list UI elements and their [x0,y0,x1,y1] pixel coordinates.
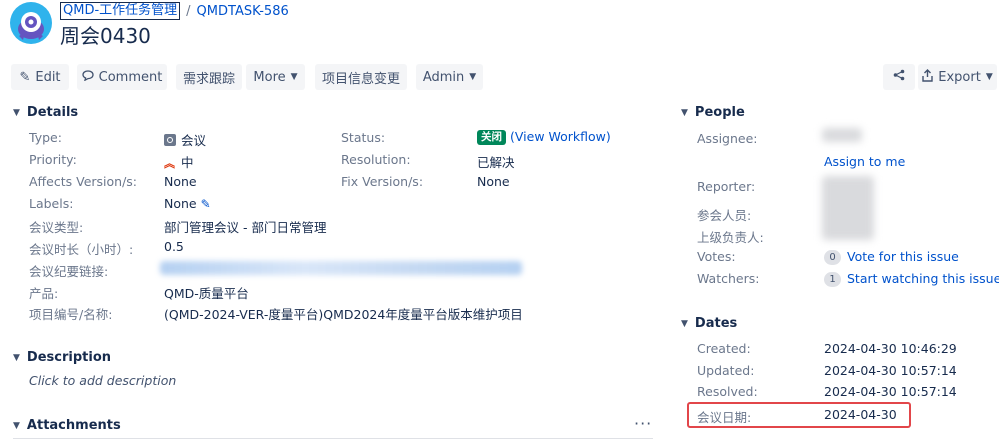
type-value-text: 会议 [181,133,207,148]
duration-value[interactable]: 0.5 [164,239,184,254]
priority-value[interactable]: ︽ 中 [164,152,194,171]
issue-summary[interactable]: 周会0430 [60,20,151,49]
export-button-label: Export [938,69,981,85]
annotation-highlight-box [687,402,911,428]
reporter-label: Reporter: [697,179,756,194]
admin-button[interactable]: Admin ▼ [416,64,483,90]
more-button-label: More [253,69,286,85]
status-label: Status: [341,130,386,145]
assignee-label: Assignee: [697,131,758,146]
assign-to-me-link[interactable]: Assign to me [824,154,905,169]
created-label: Created: [697,341,751,356]
breadcrumb: QMD-工作任务管理 / QMDTASK-586 [60,2,289,20]
description-title: Description [26,350,112,365]
section-divider [13,438,653,439]
project-number-label: 项目编号/名称: [29,307,113,322]
minutes-link-redacted[interactable] [160,261,522,275]
chevron-down-icon: ▼ [290,72,298,82]
resolved-value: 2024-04-30 10:57:14 [824,384,957,399]
priority-label: Priority: [29,152,77,167]
priority-medium-icon: ︽ [164,157,175,170]
comment-icon [81,69,94,85]
comment-button-label: Comment [98,69,163,85]
affects-version-value[interactable]: None [164,174,197,189]
product-value[interactable]: QMD-质量平台 [164,283,249,302]
chevron-down-icon: ▼ [13,420,20,431]
supervisor-label: 上级负责人: [697,230,764,245]
people-title: People [694,105,745,120]
duration-label: 会议时长（小时）: [29,242,134,257]
status-lozenge: 关闭 [477,130,506,145]
labels-label: Labels: [29,196,74,211]
view-workflow-link[interactable]: (View Workflow) [510,129,611,144]
people-redacted[interactable] [822,176,874,240]
assignee-redacted[interactable] [822,128,862,142]
product-label: 产品: [29,286,59,301]
share-button[interactable] [883,64,915,90]
breadcrumb-issue-key-link[interactable]: QMDTASK-586 [197,4,289,19]
export-icon [922,68,933,86]
chevron-down-icon: ▼ [681,107,688,118]
more-button[interactable]: More ▼ [246,64,305,90]
resolution-label: Resolution: [341,152,411,167]
description-section-toggle[interactable]: ▼ Description [13,350,111,365]
details-title: Details [26,105,79,120]
attachments-section-toggle[interactable]: ▼ Attachments [13,418,121,433]
labels-value[interactable]: None ✎ [164,196,211,211]
chevron-down-icon: ▼ [13,352,20,363]
priority-value-text: 中 [181,155,194,170]
admin-button-label: Admin [422,69,465,85]
watchers-label: Watchers: [697,271,760,286]
updated-value: 2024-04-30 10:57:14 [824,363,957,378]
edit-button-label: Edit [35,69,61,85]
requirement-tracking-button[interactable]: 需求跟踪 [176,64,242,90]
details-section-toggle[interactable]: ▼ Details [13,105,78,120]
project-avatar-icon[interactable] [10,2,52,44]
chevron-down-icon: ▼ [13,107,20,118]
fix-version-value[interactable]: None [477,174,510,189]
created-value: 2024-04-30 10:46:29 [824,341,957,356]
affects-version-label: Affects Version/s: [29,174,138,189]
project-number-value[interactable]: (QMD-2024-VER-度量平台)QMD2024年度量平台版本维护项目 [164,304,523,323]
meeting-type-icon [164,134,176,146]
votes-label: Votes: [697,249,736,264]
resolved-label: Resolved: [697,384,758,399]
vote-for-issue-link[interactable]: Vote for this issue [847,249,959,264]
chevron-down-icon: ▼ [985,72,993,82]
chevron-down-icon: ▼ [681,318,688,329]
edit-button[interactable]: ✎ Edit [11,64,69,90]
chevron-down-icon: ▼ [469,72,477,82]
breadcrumb-project-link[interactable]: QMD-工作任务管理 [60,2,181,20]
dates-section-toggle[interactable]: ▼ Dates [681,316,737,331]
people-section-toggle[interactable]: ▼ People [681,105,745,120]
breadcrumb-separator: / [186,3,191,19]
fix-version-label: Fix Version/s: [341,174,424,189]
meeting-type-value[interactable]: 部门管理会议 - 部门日常管理 [164,217,326,236]
minutes-link-label: 会议纪要链接: [29,264,109,279]
edit-pencil-icon[interactable]: ✎ [201,197,211,211]
type-label: Type: [29,130,62,145]
watchers-value: 1 Start watching this issue [824,271,999,287]
meeting-type-label: 会议类型: [29,220,84,235]
resolution-value: 已解决 [477,155,515,170]
attachments-title: Attachments [26,418,121,433]
share-icon [893,69,905,85]
pencil-icon: ✎ [19,69,31,85]
comment-button[interactable]: Comment [77,64,167,90]
attachments-more-button[interactable]: ··· [634,414,652,433]
participants-label: 参会人员: [697,208,752,223]
votes-count-badge: 0 [824,250,841,265]
updated-label: Updated: [697,363,755,378]
watchers-count-badge: 1 [824,272,841,287]
status-value: 关闭 (View Workflow) [477,129,611,145]
dates-title: Dates [694,316,738,331]
votes-value: 0 Vote for this issue [824,249,959,265]
export-button[interactable]: Export ▼ [918,64,997,90]
project-info-change-button[interactable]: 项目信息变更 [315,64,407,90]
labels-value-text: None [164,196,197,211]
add-description-placeholder[interactable]: Click to add description [29,373,176,388]
start-watching-link[interactable]: Start watching this issue [847,271,999,286]
type-value: 会议 [164,130,206,149]
